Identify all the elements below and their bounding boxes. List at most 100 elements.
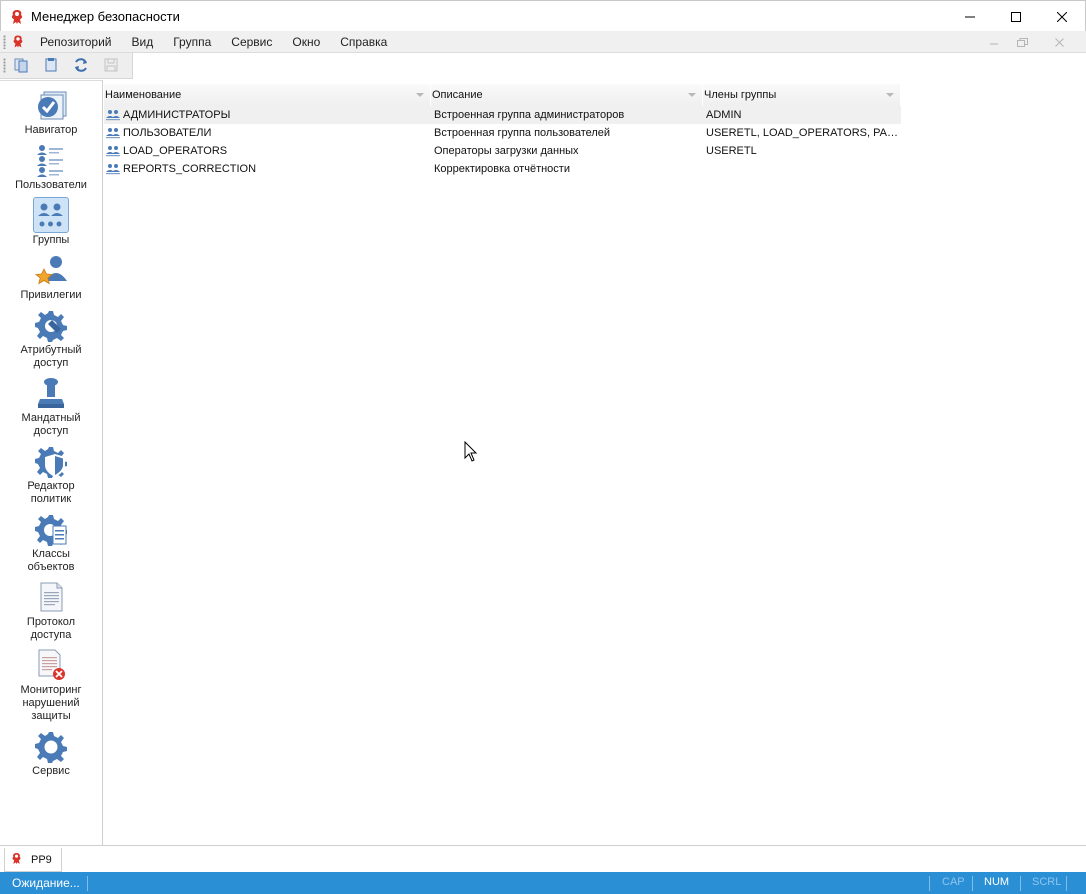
copy-button[interactable] [11,56,31,76]
menu-group[interactable]: Группа [163,31,221,53]
mdi-restore-button[interactable] [1013,34,1031,50]
nav-label-users: Пользователи [15,179,87,191]
group-description: Встроенная группа пользователей [434,127,611,139]
object-classes-icon [33,511,69,547]
menu-repository[interactable]: Репозиторий [30,31,122,53]
mdi-minimize-button[interactable] [985,34,1003,50]
nav-policy-editor[interactable]: Редактор политик [0,443,102,506]
status-text: Ожидание... [12,876,80,890]
save-icon [103,57,119,76]
column-header-members[interactable]: Члены группы [703,84,901,106]
nav-groups[interactable]: Группы [0,197,102,247]
mandatory-access-icon [33,375,69,411]
nav-label-mandatory-access: Мандатный доступ [21,412,81,437]
groups-icon [33,197,69,233]
nav-mandatory-access[interactable]: Мандатный доступ [0,375,102,438]
column-filter-arrow-icon[interactable] [688,93,696,97]
nav-service[interactable]: Сервис [0,728,102,778]
table-row[interactable]: АДМИНИСТРАТОРЫ Встроенная группа админис… [104,106,901,124]
cell-name: ПОЛЬЗОВАТЕЛИ [104,124,431,142]
nav-users[interactable]: Пользователи [0,142,102,192]
menu-help[interactable]: Справка [330,31,397,53]
title-bar: Менеджер безопасности [0,0,1086,31]
window-title: Менеджер безопасности [31,9,180,24]
group-icon [106,110,120,121]
maximize-button[interactable] [993,1,1039,32]
group-name: АДМИНИСТРАТОРЫ [123,109,231,121]
nav-label-object-classes: Классы объектов [27,548,75,573]
status-separator [87,876,88,891]
menu-window[interactable]: Окно [282,31,330,53]
column-filter-arrow-icon[interactable] [416,93,424,97]
menu-service[interactable]: Сервис [221,31,282,53]
nav-label-policy-editor: Редактор политик [27,480,75,505]
group-name: REPORTS_CORRECTION [123,163,257,175]
tab-document-label: PP9 [31,853,52,866]
status-cap-indicator: CAP [942,876,965,888]
document-tab-strip: PP9 [0,845,1086,872]
nav-label-privileges: Привилегии [20,289,82,301]
privileges-icon [33,252,69,288]
groups-grid: Наименование Описание Члены группы АДМИН… [104,81,1086,845]
nav-navigator[interactable]: Навигатор [0,87,102,137]
table-row[interactable]: LOAD_OPERATORS Операторы загрузки данных… [104,142,901,160]
nav-label-navigator: Навигатор [24,124,78,136]
column-header-description[interactable]: Описание [431,84,703,106]
nav-object-classes[interactable]: Классы объектов [0,511,102,574]
status-bar: Ожидание... CAP NUM SCRL [0,872,1086,894]
column-header-description-label: Описание [432,89,483,101]
policy-editor-icon [33,443,69,479]
group-members: ADMIN [706,109,742,121]
group-members: USERETL [706,145,757,157]
paste-button[interactable] [41,56,61,76]
group-description: Операторы загрузки данных [434,145,579,157]
nav-access-log[interactable]: Протокол доступа [0,579,102,642]
group-icon [106,128,120,139]
status-scrl-indicator: SCRL [1032,876,1062,888]
mdi-close-button[interactable] [1050,34,1068,50]
cell-name: REPORTS_CORRECTION [104,160,431,178]
toolbar-grip[interactable] [3,58,6,73]
group-description: Корректировка отчётности [434,163,570,175]
cell-name: АДМИНИСТРАТОРЫ [104,106,431,124]
minimize-button[interactable] [947,1,993,32]
tab-document[interactable]: PP9 [4,848,62,872]
attribute-access-icon [33,307,69,343]
refresh-icon [73,57,89,76]
column-header-members-label: Члены группы [704,89,777,101]
status-separator [929,876,930,891]
toolbar-row [0,53,1086,79]
nav-privileges[interactable]: Привилегии [0,252,102,302]
group-name: LOAD_OPERATORS [123,145,228,157]
save-button[interactable] [101,56,121,76]
nav-attribute-access[interactable]: Атрибутный доступ [0,307,102,370]
mouse-cursor-icon [464,440,478,466]
navigator-icon [33,87,69,123]
group-icon [106,164,120,175]
status-separator [1020,876,1021,891]
menubar-grip[interactable] [3,35,6,49]
menu-bar: Репозиторий Вид Группа Сервис Окно Справ… [0,31,1086,53]
table-row[interactable]: ПОЛЬЗОВАТЕЛИ Встроенная группа пользоват… [104,124,901,142]
close-button[interactable] [1039,1,1085,32]
column-header-name[interactable]: Наименование [104,84,431,106]
group-icon [106,146,120,157]
column-filter-arrow-icon[interactable] [886,93,894,97]
document-icon [43,57,59,76]
nav-label-security-violations: Мониторинг нарушений защиты [20,684,82,722]
users-icon [33,142,69,178]
app-logo-icon [11,852,22,868]
app-logo-icon [10,9,24,28]
cell-name: LOAD_OPERATORS [104,142,431,160]
nav-label-attribute-access: Атрибутный доступ [20,344,82,369]
nav-security-violations[interactable]: Мониторинг нарушений защиты [0,647,102,723]
security-violations-icon [33,647,69,683]
status-separator [1066,876,1067,891]
table-row[interactable]: REPORTS_CORRECTION Корректировка отчётно… [104,160,901,178]
menu-view[interactable]: Вид [122,31,164,53]
refresh-button[interactable] [71,56,91,76]
nav-label-groups: Группы [32,234,70,246]
mdi-window-icon[interactable] [12,34,24,52]
status-separator [972,876,973,891]
nav-label-service: Сервис [32,765,70,777]
